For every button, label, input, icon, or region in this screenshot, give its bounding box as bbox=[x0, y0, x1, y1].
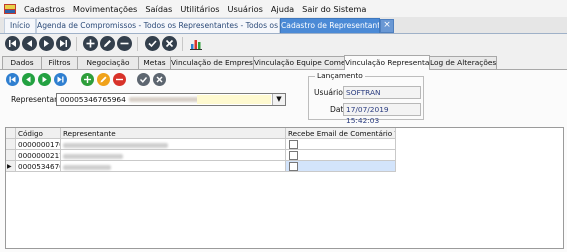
cell-recebe-email bbox=[286, 161, 396, 172]
document-tabs: Início Agenda de Compromissos - Todos os… bbox=[0, 17, 567, 34]
vinculacao-representante-panel: Representante 00005346765964 ▼ Lançament… bbox=[0, 70, 567, 252]
header-recebe-email[interactable]: Recebe Email de Comentário Visita bbox=[286, 128, 396, 139]
next-record-icon[interactable] bbox=[39, 36, 54, 51]
cell-codigo[interactable]: 000053467650 bbox=[16, 161, 61, 172]
cell-recebe-email bbox=[286, 139, 396, 150]
close-tab-icon[interactable]: × bbox=[380, 19, 394, 33]
remove-icon[interactable] bbox=[113, 73, 126, 86]
page-tabs: Dados Filtros Negociação Metas Vinculaçã… bbox=[0, 55, 567, 70]
menu-sair[interactable]: Sair do Sistema bbox=[298, 4, 370, 14]
menu-movimentacoes[interactable]: Movimentações bbox=[69, 4, 141, 14]
cell-codigo[interactable]: 0000000170 bbox=[16, 139, 61, 150]
menu-utilitarios[interactable]: Utilitários bbox=[176, 4, 223, 14]
header-codigo[interactable]: Código bbox=[16, 128, 61, 139]
add-icon[interactable] bbox=[81, 73, 94, 86]
tab-vinculacao-empresa[interactable]: Vinculação de Empresa bbox=[170, 56, 257, 69]
row-indicator-cell bbox=[6, 150, 16, 161]
toolbar-separator bbox=[182, 37, 183, 51]
confirm-icon[interactable] bbox=[137, 73, 150, 86]
first-record-icon[interactable] bbox=[5, 36, 20, 51]
tab-agenda-compromissos[interactable]: Agenda de Compromissos - Todos os Repres… bbox=[36, 18, 280, 33]
menu-saidas[interactable]: Saídas bbox=[141, 4, 176, 14]
representantes-grid: Código Representante Recebe Email de Com… bbox=[5, 127, 564, 249]
representante-highlight bbox=[197, 95, 271, 104]
table-row[interactable]: 0000000170 bbox=[6, 139, 396, 150]
tab-dados[interactable]: Dados bbox=[2, 56, 42, 69]
usuario-field: SOFTRAN bbox=[343, 86, 421, 99]
tab-filtros[interactable]: Filtros bbox=[41, 56, 78, 69]
grid-header-row: Código Representante Recebe Email de Com… bbox=[6, 128, 396, 139]
tab-vinculacao-equipe[interactable]: Vinculação Equipe Comercial bbox=[253, 56, 361, 69]
menu-usuarios[interactable]: Usuários bbox=[223, 4, 266, 14]
table-row[interactable]: ▶ 000053467650 bbox=[6, 161, 396, 172]
cell-representante[interactable] bbox=[61, 161, 286, 172]
representante-combobox[interactable]: 00005346765964 ▼ bbox=[56, 93, 286, 106]
previous-record-icon[interactable] bbox=[22, 73, 35, 86]
tab-metas[interactable]: Metas bbox=[138, 56, 171, 69]
main-toolbar bbox=[0, 34, 567, 54]
table-row[interactable]: 00000002176 bbox=[6, 150, 396, 161]
representante-code: 00005346765964 bbox=[60, 95, 126, 104]
edit-icon[interactable] bbox=[97, 73, 110, 86]
edit-icon[interactable] bbox=[100, 36, 115, 51]
cancel-icon[interactable] bbox=[153, 73, 166, 86]
tab-vinculacao-representante[interactable]: Vinculação Representante bbox=[344, 55, 442, 70]
confirm-icon[interactable] bbox=[145, 36, 160, 51]
tab-negociacao[interactable]: Negociação bbox=[77, 56, 139, 69]
menu-ajuda[interactable]: Ajuda bbox=[267, 4, 298, 14]
email-checkbox[interactable] bbox=[289, 140, 298, 149]
chart-report-icon[interactable] bbox=[189, 36, 204, 51]
cell-codigo[interactable]: 00000002176 bbox=[16, 150, 61, 161]
header-indicator-cell bbox=[6, 128, 16, 139]
tab-log-alteracoes[interactable]: Log de Alterações bbox=[429, 56, 497, 69]
row-indicator-cell bbox=[6, 139, 16, 150]
email-checkbox[interactable] bbox=[289, 162, 298, 171]
toolbar-separator bbox=[137, 37, 138, 51]
data-field: 17/07/2019 15:42:03 bbox=[343, 103, 421, 125]
cell-representante[interactable] bbox=[61, 150, 286, 161]
previous-record-icon[interactable] bbox=[22, 36, 37, 51]
lancamento-group: Lançamento Usuário SOFTRAN Data 17/07/20… bbox=[308, 71, 424, 125]
header-representante[interactable]: Representante bbox=[61, 128, 286, 139]
lancamento-legend: Lançamento bbox=[315, 71, 365, 80]
email-checkbox[interactable] bbox=[289, 151, 298, 160]
usuario-label: Usuário bbox=[314, 88, 343, 97]
add-icon[interactable] bbox=[83, 36, 98, 51]
current-row-marker-icon: ▶ bbox=[6, 161, 16, 172]
cell-representante[interactable] bbox=[61, 139, 286, 150]
tab-inicio[interactable]: Início bbox=[4, 18, 36, 33]
next-record-icon[interactable] bbox=[38, 73, 51, 86]
remove-icon[interactable] bbox=[117, 36, 132, 51]
first-record-icon[interactable] bbox=[6, 73, 19, 86]
menu-bar: Cadastros Movimentações Saídas Utilitári… bbox=[0, 0, 567, 18]
last-record-icon[interactable] bbox=[56, 36, 71, 51]
app-logo-icon bbox=[4, 3, 16, 14]
cell-recebe-email bbox=[286, 150, 396, 161]
tab-cadastro-representantes[interactable]: Cadastro de Representantes bbox=[280, 18, 380, 33]
cancel-icon[interactable] bbox=[162, 36, 177, 51]
toolbar-separator bbox=[76, 37, 77, 51]
menu-cadastros[interactable]: Cadastros bbox=[20, 4, 69, 14]
chevron-down-icon[interactable]: ▼ bbox=[272, 94, 285, 105]
last-record-icon[interactable] bbox=[54, 73, 67, 86]
